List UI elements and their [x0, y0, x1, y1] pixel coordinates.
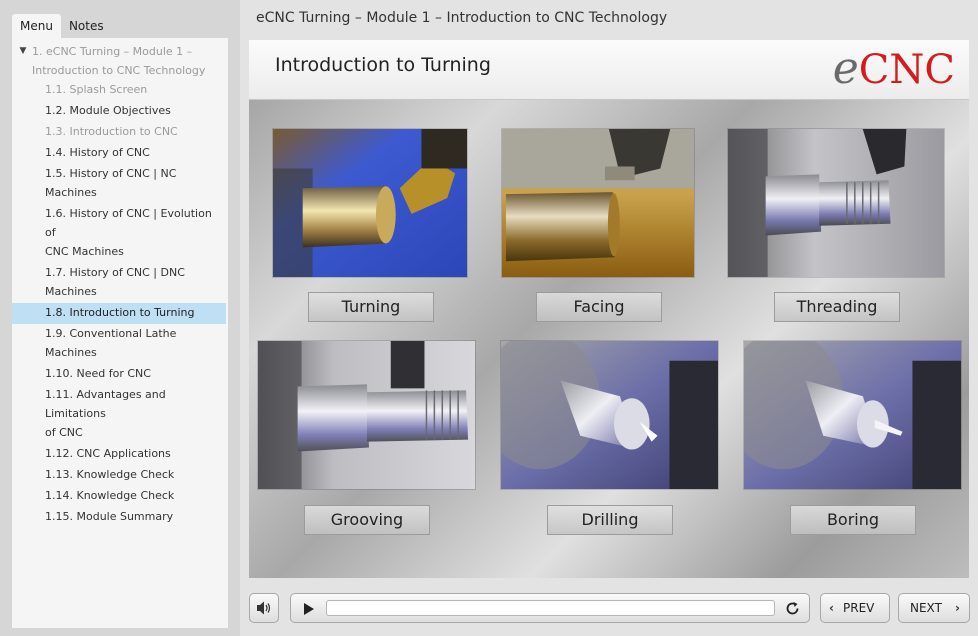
progress-bar[interactable] — [326, 600, 775, 616]
menu-parent-label-line1: 1. eCNC Turning – Module 1 – — [32, 45, 193, 58]
turning-button[interactable]: Turning — [308, 292, 434, 322]
facing-button[interactable]: Facing — [536, 292, 662, 322]
menu-item-cnc-applications[interactable]: 1.12. CNC Applications — [12, 444, 228, 465]
course-title: eCNC Turning – Module 1 – Introduction t… — [256, 10, 668, 26]
tab-notes[interactable]: Notes — [61, 14, 112, 38]
menu-item-label-line1: 1.6. History of CNC | Evolution of — [45, 207, 212, 239]
menu-item-knowledge-check-1[interactable]: 1.13. Knowledge Check — [12, 465, 228, 486]
menu-item-advantages-limitations[interactable]: 1.11. Advantages and Limitations of CNC — [12, 385, 228, 444]
logo-e: e — [832, 43, 859, 94]
prev-label: PREV — [843, 601, 875, 615]
slide-header: Introduction to Turning eCNC — [249, 40, 969, 100]
menu-item-label-line2: CNC Machines — [45, 245, 124, 258]
menu-item-introduction-to-turning[interactable]: 1.8. Introduction to Turning — [12, 303, 226, 324]
menu-item-label-line1: 1.7. History of CNC | DNC — [45, 266, 185, 279]
prev-button[interactable]: ‹ PREV — [820, 593, 890, 623]
menu-item-label-line2: Machines — [45, 186, 97, 199]
menu-item-module-summary[interactable]: 1.15. Module Summary — [12, 507, 228, 528]
menu-item-history-evolution[interactable]: 1.6. History of CNC | Evolution of CNC M… — [12, 204, 228, 263]
caret-down-icon[interactable]: ▼ — [14, 42, 32, 80]
sidebar-tabs: Menu Notes — [12, 14, 112, 38]
ecnc-logo: eCNC — [833, 44, 955, 94]
grooving-photo[interactable] — [257, 340, 476, 490]
menu-item-label-line1: 1.5. History of CNC | NC — [45, 167, 177, 180]
volume-button[interactable] — [249, 593, 279, 623]
media-controls — [290, 593, 810, 623]
chevron-left-icon: ‹ — [829, 601, 834, 615]
menu-parent-label-line2: Introduction to CNC Technology — [32, 64, 206, 77]
menu-item-label-line2: Machines — [45, 285, 97, 298]
slide-title: Introduction to Turning — [275, 54, 491, 76]
menu-item-introduction-to-cnc[interactable]: 1.3. Introduction to CNC — [12, 122, 228, 143]
slide-stage: Introduction to Turning eCNC Turning Fac… — [249, 40, 969, 578]
play-icon[interactable] — [299, 600, 317, 618]
boring-button[interactable]: Boring — [790, 505, 916, 535]
menu-item-history-nc-machines[interactable]: 1.5. History of CNC | NC Machines — [12, 164, 228, 204]
next-button[interactable]: NEXT › — [898, 593, 970, 623]
facing-photo[interactable] — [501, 128, 695, 278]
menu-parent-label: 1. eCNC Turning – Module 1 – Introductio… — [32, 42, 205, 80]
menu-item-splash-screen[interactable]: 1.1. Splash Screen — [12, 80, 228, 101]
menu-item-module-1[interactable]: ▼ 1. eCNC Turning – Module 1 – Introduct… — [12, 40, 228, 80]
drilling-button[interactable]: Drilling — [547, 505, 673, 535]
grooving-button[interactable]: Grooving — [304, 505, 430, 535]
menu-item-conventional-lathe[interactable]: 1.9. Conventional Lathe Machines — [12, 324, 228, 364]
boring-photo[interactable] — [743, 340, 962, 490]
logo-cnc: CNC — [858, 47, 955, 93]
speaker-icon — [257, 601, 271, 615]
menu-tree: ▼ 1. eCNC Turning – Module 1 – Introduct… — [12, 38, 228, 628]
menu-item-knowledge-check-2[interactable]: 1.14. Knowledge Check — [12, 486, 228, 507]
menu-item-need-for-cnc[interactable]: 1.10. Need for CNC — [12, 364, 228, 385]
threading-button[interactable]: Threading — [774, 292, 900, 322]
menu-item-module-objectives[interactable]: 1.2. Module Objectives — [12, 101, 228, 122]
next-label: NEXT — [910, 601, 942, 615]
drilling-photo[interactable] — [500, 340, 719, 490]
menu-item-label-line2: of CNC — [45, 426, 83, 439]
tab-menu[interactable]: Menu — [12, 14, 61, 38]
sidebar: Menu Notes ▼ 1. eCNC Turning – Module 1 … — [0, 0, 240, 636]
turning-photo[interactable] — [272, 128, 468, 278]
menu-item-history-dnc-machines[interactable]: 1.7. History of CNC | DNC Machines — [12, 263, 228, 303]
threading-photo[interactable] — [727, 128, 945, 278]
replay-icon[interactable] — [783, 599, 802, 618]
chevron-right-icon: › — [955, 601, 960, 615]
menu-item-history-of-cnc[interactable]: 1.4. History of CNC — [12, 143, 228, 164]
menu-item-label-line1: 1.11. Advantages and Limitations — [45, 388, 166, 420]
